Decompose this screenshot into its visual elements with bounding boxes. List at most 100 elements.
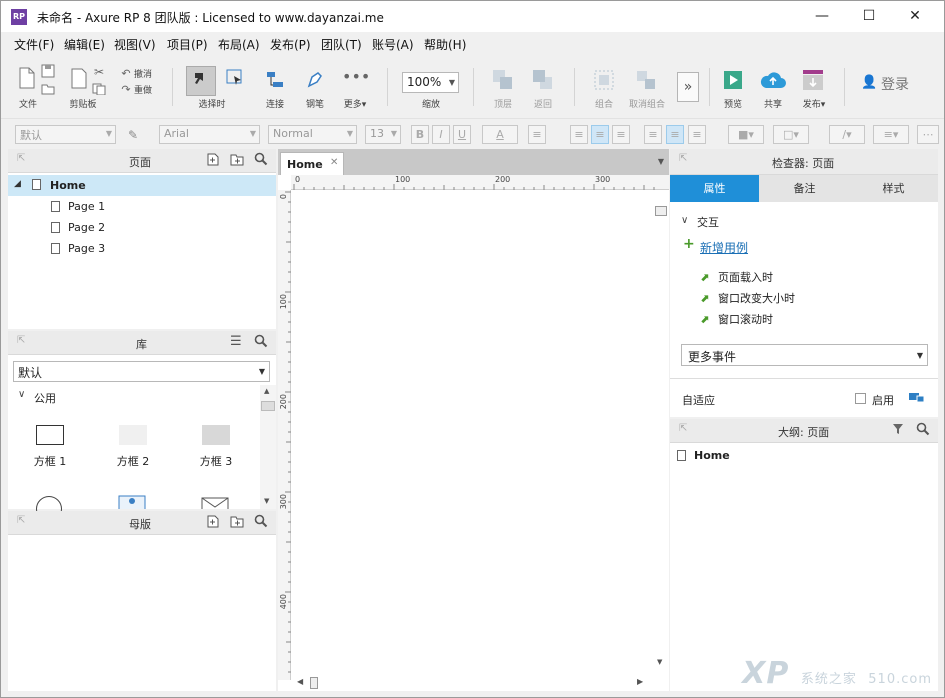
enable-checkbox[interactable] [855, 393, 866, 404]
font-dropdown[interactable]: Arial ▼ [159, 125, 260, 144]
align-center-icon[interactable]: ≡ [591, 125, 609, 144]
select-contained-icon[interactable] [225, 68, 245, 88]
menu-arrange[interactable]: 布局(A) [218, 36, 260, 53]
expand-toolbar-icon[interactable]: » [677, 72, 699, 102]
widget-box-1[interactable]: 方框 1 [23, 425, 77, 469]
tab-home[interactable]: Home ✕ [280, 152, 344, 175]
add-folder-icon[interactable] [230, 514, 244, 531]
scroll-thumb[interactable] [655, 206, 667, 216]
search-icon[interactable] [254, 514, 268, 531]
align-right-icon[interactable]: ≡ [612, 125, 630, 144]
redo-icon[interactable]: ↷ [120, 81, 132, 96]
scroll-right-icon[interactable]: ▶ [637, 677, 643, 686]
more-tools-label[interactable]: 更多▾ [338, 97, 372, 110]
maximize-button[interactable]: ☐ [846, 1, 892, 31]
menu-help[interactable]: 帮助(H) [424, 36, 466, 53]
scroll-thumb[interactable] [261, 401, 275, 411]
filter-icon[interactable] [892, 422, 906, 439]
font-weight-dropdown[interactable]: Normal ▼ [268, 125, 357, 144]
login-button[interactable]: 登录 [881, 74, 909, 94]
open-folder-icon[interactable] [41, 81, 55, 95]
menu-edit[interactable]: 编辑(E) [64, 36, 105, 53]
style-dropdown[interactable]: 默认 ▼ [15, 125, 116, 144]
tab-properties[interactable]: 属性 [670, 175, 759, 202]
tab-style[interactable]: 样式 [849, 175, 938, 202]
envelope-icon[interactable] [201, 497, 229, 515]
add-page-icon[interactable] [206, 152, 220, 169]
user-icon[interactable]: 👤 [861, 74, 877, 90]
bring-to-front-icon[interactable] [492, 69, 514, 91]
preview-icon[interactable] [723, 70, 743, 90]
more-tools-icon[interactable]: ••• [342, 68, 370, 86]
font-color-button[interactable]: A [482, 125, 518, 144]
shadow-button[interactable]: □▾ [773, 125, 809, 144]
search-icon[interactable] [254, 152, 268, 169]
tab-list-chevron-icon[interactable]: ▼ [658, 157, 664, 166]
line-width-button[interactable]: ≡▾ [873, 125, 909, 144]
ungroup-icon[interactable] [635, 69, 657, 91]
event-page-load[interactable]: ⬈ 页面载入时 [700, 269, 773, 285]
fill-color-button[interactable]: ■▾ [728, 125, 764, 144]
menu-team[interactable]: 团队(T) [321, 36, 362, 53]
page-tree-item-page2[interactable]: Page 2 [8, 217, 276, 238]
share-label[interactable]: 共享 [759, 97, 787, 110]
outline-root[interactable]: Home [694, 449, 730, 462]
pin-icon[interactable]: ⇱ [17, 335, 25, 346]
adaptive-views-icon[interactable] [908, 391, 926, 406]
save-icon[interactable] [41, 64, 55, 78]
search-icon[interactable] [916, 422, 930, 439]
menu-file[interactable]: 文件(F) [14, 36, 54, 53]
tab-notes[interactable]: 备注 [760, 175, 849, 202]
canvas-horizontal-scrollbar[interactable]: ◀ ▶ [291, 675, 653, 691]
publish-icon[interactable] [802, 69, 824, 91]
page-tree-item-page3[interactable]: Page 3 [8, 238, 276, 259]
search-icon[interactable] [254, 334, 268, 351]
more-events-dropdown[interactable]: 更多事件 ▼ [681, 344, 928, 366]
preview-label[interactable]: 预览 [719, 97, 747, 110]
scroll-down-icon[interactable]: ▼ [264, 497, 269, 505]
pin-icon[interactable]: ⇱ [679, 423, 687, 434]
zoom-dropdown[interactable]: 100% ▼ [402, 72, 459, 93]
bold-button[interactable]: B [411, 125, 429, 144]
scroll-down-icon[interactable]: ▼ [657, 658, 662, 666]
pin-icon[interactable]: ⇱ [679, 153, 687, 164]
share-cloud-icon[interactable] [759, 70, 787, 90]
event-window-resize[interactable]: ⬈ 窗口改变大小时 [700, 290, 795, 306]
chevron-down-icon[interactable]: ∨ [18, 389, 25, 400]
menu-view[interactable]: 视图(V) [114, 36, 156, 53]
page-tree-item-page1[interactable]: Page 1 [8, 196, 276, 217]
minimize-button[interactable]: — [799, 1, 845, 31]
close-button[interactable]: ✕ [892, 1, 938, 31]
line-color-button[interactable]: ∕▾ [829, 125, 865, 144]
paste-icon[interactable] [69, 66, 89, 90]
image-widget-icon[interactable] [118, 495, 146, 513]
pin-icon[interactable]: ⇱ [17, 515, 25, 526]
publish-label[interactable]: 发布▾ [797, 97, 831, 110]
scroll-up-icon[interactable]: ▲ [264, 387, 269, 395]
scroll-thumb[interactable] [310, 677, 318, 689]
library-select[interactable]: 默认 ▼ [13, 361, 270, 382]
page-tree-item-home[interactable]: ◢ Home [8, 175, 276, 196]
font-size-dropdown[interactable]: 13 ▼ [365, 125, 401, 144]
plus-icon[interactable]: + [683, 236, 695, 252]
copy-icon[interactable] [92, 81, 106, 96]
chevron-down-icon[interactable]: ∨ [681, 215, 688, 226]
pen-icon[interactable] [305, 70, 325, 90]
library-scrollbar[interactable]: ▲ ▼ [260, 385, 276, 509]
select-mode-button[interactable] [186, 66, 216, 96]
bullet-list-icon[interactable]: ≡ [528, 125, 546, 144]
send-to-back-icon[interactable] [532, 69, 554, 91]
scroll-left-icon[interactable]: ◀ [297, 677, 303, 686]
widget-category[interactable]: 公用 [34, 390, 56, 406]
event-window-scroll[interactable]: ⬈ 窗口滚动时 [700, 311, 773, 327]
menu-publish[interactable]: 发布(P) [270, 36, 311, 53]
redo-label[interactable]: 重做 [134, 83, 158, 96]
cut-icon[interactable]: ✂ [92, 63, 106, 79]
menu-project[interactable]: 项目(P) [167, 36, 208, 53]
line-style-button[interactable]: ⋯ [917, 125, 939, 144]
design-canvas[interactable]: 0 100 200 300 0 100 200 300 400 ▼ ◀ ▶ [278, 175, 669, 691]
underline-button[interactable]: U [453, 125, 471, 144]
menu-account[interactable]: 账号(A) [372, 36, 414, 53]
canvas-vertical-scrollbar[interactable]: ▼ [653, 190, 669, 680]
add-case-link[interactable]: 新增用例 [700, 239, 748, 256]
